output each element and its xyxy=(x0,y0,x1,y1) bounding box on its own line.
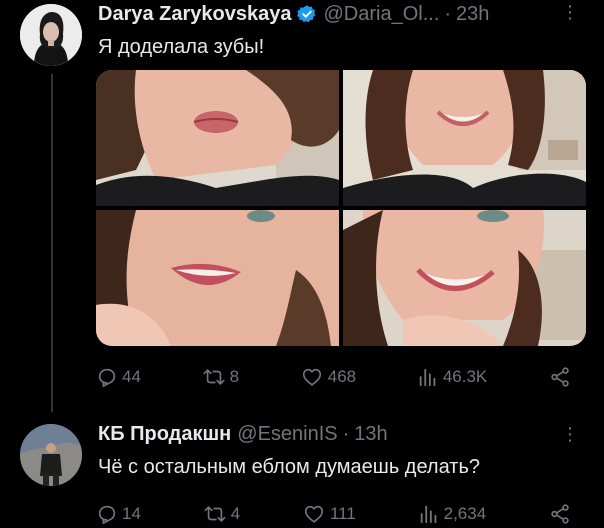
views-icon xyxy=(420,505,436,524)
view-count: 2,634 xyxy=(443,504,487,523)
media-photo-3[interactable] xyxy=(96,210,339,346)
media-photo-2[interactable] xyxy=(343,70,586,206)
thread-line xyxy=(51,74,53,412)
retweet-count: 8 xyxy=(229,367,240,386)
like-count: 111 xyxy=(329,504,356,523)
retweet-icon xyxy=(204,506,226,522)
share-button[interactable] xyxy=(548,503,572,525)
share-icon xyxy=(551,504,569,524)
reply-author-handle[interactable]: @EseninIS xyxy=(237,423,337,446)
view-count: 46.3K xyxy=(442,367,488,386)
tweet-media-grid[interactable] xyxy=(96,70,586,346)
reply-button[interactable]: 44 xyxy=(96,366,141,388)
reply-icon xyxy=(98,368,116,387)
reply-text: Чё с остальным еблом думаешь делать? xyxy=(98,456,480,478)
views-icon xyxy=(419,368,436,387)
reply-author-avatar[interactable] xyxy=(20,424,82,486)
reply-icon xyxy=(98,505,116,524)
author-avatar[interactable] xyxy=(20,4,82,66)
like-icon xyxy=(302,368,321,386)
reply-button[interactable]: 14 xyxy=(96,503,141,525)
tweet-header: Darya Zarykovskaya @Daria_Ol... · 23h xyxy=(98,0,489,28)
media-photo-4[interactable] xyxy=(343,210,586,346)
author-handle[interactable]: @Daria_Ol... xyxy=(323,3,439,26)
reply-count: 14 xyxy=(122,504,141,523)
reply-count: 44 xyxy=(122,367,141,386)
retweet-icon xyxy=(203,369,225,385)
share-button[interactable] xyxy=(548,366,572,388)
tweet-actions: 44 8 468 46.3K xyxy=(96,361,572,393)
author-name[interactable]: Darya Zarykovskaya xyxy=(98,3,291,26)
like-button[interactable]: 111 xyxy=(302,503,356,525)
views-button[interactable]: 46.3K xyxy=(417,366,487,388)
reply-author-name[interactable]: КБ Продакшн xyxy=(98,423,231,446)
like-count: 468 xyxy=(327,367,357,386)
reply-header: КБ Продакшн @EseninIS · 13h xyxy=(98,420,388,448)
media-photo-1[interactable] xyxy=(96,70,339,206)
tweet-text: Я доделала зубы! xyxy=(98,36,265,58)
more-icon[interactable]: ⋮ xyxy=(561,424,580,445)
retweet-count: 4 xyxy=(230,504,241,523)
verified-badge-icon xyxy=(297,4,317,24)
tweet-timestamp[interactable]: 23h xyxy=(456,3,489,26)
like-icon xyxy=(304,505,324,523)
like-button[interactable]: 468 xyxy=(300,366,356,388)
reply-actions: 14 4 111 2,634 xyxy=(96,498,572,528)
separator-dot: · xyxy=(342,422,350,445)
retweet-button[interactable]: 8 xyxy=(202,366,239,388)
reply-timestamp[interactable]: 13h xyxy=(354,423,387,446)
more-icon[interactable]: ⋮ xyxy=(561,2,580,23)
views-button[interactable]: 2,634 xyxy=(418,503,487,525)
share-icon xyxy=(551,367,569,387)
separator-dot: · xyxy=(444,2,452,25)
retweet-button[interactable]: 4 xyxy=(203,503,240,525)
